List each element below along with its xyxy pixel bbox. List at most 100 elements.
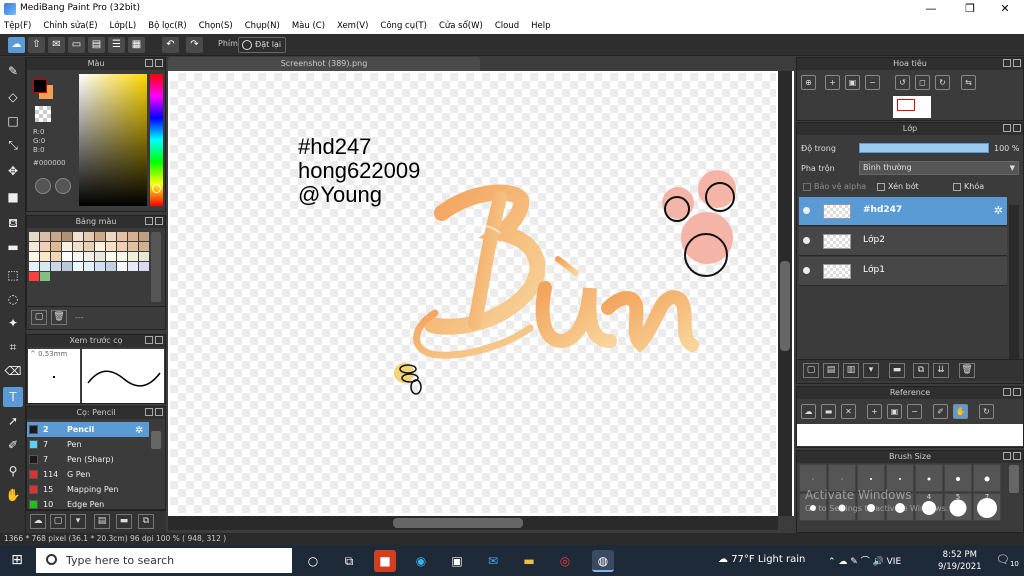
palette-swatch[interactable] — [84, 232, 94, 241]
palette-swatch[interactable] — [40, 232, 50, 241]
menu-view[interactable]: Xem(V) — [337, 21, 368, 31]
file-explorer-icon[interactable]: ▬ — [518, 550, 540, 572]
dropper-tool-icon[interactable]: ✐ — [3, 435, 23, 455]
fit-window-icon[interactable]: ◻ — [915, 75, 930, 90]
eyedropper-icon[interactable]: ✐ — [933, 404, 948, 419]
palette-swatch[interactable] — [95, 232, 105, 241]
palette-swatch[interactable] — [128, 232, 138, 241]
clock[interactable]: 8:52 PM 9/19/2021 — [938, 549, 982, 573]
add-layer-menu-icon[interactable]: ▾ — [863, 363, 879, 378]
zoom-out-icon[interactable]: − — [907, 404, 922, 419]
undock-icon[interactable] — [1003, 388, 1011, 396]
rect-fill-tool-icon[interactable]: ■ — [3, 187, 23, 207]
cloud-icon[interactable]: ☁ — [8, 37, 25, 53]
vertical-scroll-thumb[interactable] — [780, 261, 790, 351]
task-view-icon[interactable]: ⧉ — [338, 550, 360, 572]
palette-swatch[interactable] — [73, 262, 83, 271]
undock-icon[interactable] — [1003, 124, 1011, 132]
canvas-area[interactable]: #hd247 hong622009 @Young — [168, 71, 794, 516]
grid-icon[interactable]: ▦ — [128, 37, 145, 53]
palette-swatch[interactable] — [139, 242, 149, 251]
palette-swatch[interactable] — [95, 252, 105, 261]
brush-scrollbar[interactable] — [151, 431, 161, 449]
palette-swatch[interactable] — [73, 242, 83, 251]
fit-icon[interactable]: ▣ — [887, 404, 902, 419]
layer-item[interactable]: Lớp1 — [799, 257, 1007, 286]
select-rect-tool-icon[interactable]: ⬚ — [3, 265, 23, 285]
mail-icon[interactable]: ✉ — [482, 550, 504, 572]
visibility-eye-icon[interactable] — [803, 267, 810, 274]
rotate-icon[interactable]: ↻ — [979, 404, 994, 419]
rotate-right-icon[interactable]: ↻ — [935, 75, 950, 90]
brush-folder-icon[interactable]: ▬ — [116, 514, 132, 529]
magic-wand-tool-icon[interactable]: ✦ — [3, 313, 23, 333]
canvas-vertical-scrollbar[interactable] — [778, 71, 792, 516]
pen-icon[interactable]: ✎ — [850, 557, 860, 567]
visibility-eye-icon[interactable] — [803, 207, 810, 214]
notification-icon[interactable]: 🗨10 — [996, 553, 1019, 568]
undo-icon[interactable]: ↶ — [162, 37, 179, 53]
visibility-eye-icon[interactable] — [803, 237, 810, 244]
pen-tool-icon[interactable]: ⤡ — [3, 135, 23, 155]
language-indicator[interactable]: VIE — [887, 557, 902, 567]
saturation-value-picker[interactable] — [79, 74, 147, 206]
gear-icon[interactable]: ✲ — [994, 204, 1003, 217]
menu-color[interactable]: Màu (C) — [292, 21, 325, 31]
shape-tool-icon[interactable]: □ — [3, 111, 23, 131]
horizontal-scroll-thumb[interactable] — [393, 518, 523, 528]
actual-size-icon[interactable]: ▣ — [845, 75, 860, 90]
open-folder-icon[interactable]: ▬ — [821, 404, 836, 419]
layer-scrollbar[interactable] — [1009, 205, 1019, 381]
panel-close-icon[interactable] — [1013, 452, 1021, 460]
panel-close-icon[interactable] — [155, 217, 163, 225]
palette-swatch[interactable] — [128, 242, 138, 251]
close-icon[interactable]: ✕ — [841, 404, 856, 419]
palette-swatch[interactable] — [95, 262, 105, 271]
menu-layer[interactable]: Lớp(L) — [110, 21, 137, 31]
panel-close-icon[interactable] — [1013, 59, 1021, 67]
palette-swatch[interactable] — [29, 232, 39, 241]
palette-swatch[interactable] — [62, 232, 72, 241]
menu-file[interactable]: Tệp(F) — [4, 21, 31, 31]
document-tab[interactable]: Screenshot (389).png — [168, 57, 480, 71]
zoom-fit-icon[interactable]: ⊕ — [801, 75, 816, 90]
palette-swatch[interactable] — [95, 242, 105, 251]
brush-item[interactable]: 114 G Pen — [27, 467, 149, 482]
menu-snap[interactable]: Chụp(N) — [245, 21, 280, 31]
hue-slider-knob[interactable] — [152, 184, 161, 193]
palette-swatch[interactable] — [40, 272, 50, 281]
palette-swatch[interactable] — [106, 252, 116, 261]
menu-edit[interactable]: Chỉnh sửa(E) — [43, 21, 97, 31]
undock-icon[interactable] — [1003, 59, 1011, 67]
palette-swatch[interactable] — [73, 232, 83, 241]
layer-item[interactable]: Lớp2 — [799, 227, 1007, 256]
brush-tool-icon[interactable]: ✎ — [3, 61, 23, 81]
brush-size-option[interactable] — [915, 464, 943, 492]
clipping-checkbox[interactable]: Xén bớt — [877, 182, 919, 191]
palette-swatch[interactable] — [128, 252, 138, 261]
taskbar-search-input[interactable]: Type here to search — [36, 548, 292, 573]
transparent-color-swatch[interactable] — [35, 106, 51, 122]
zoom-in-icon[interactable]: + — [825, 75, 840, 90]
windows-start-icon[interactable]: ⊞ — [0, 545, 34, 576]
menu-help[interactable]: Help — [531, 21, 550, 31]
undock-icon[interactable] — [145, 408, 153, 416]
palette-swatch[interactable] — [117, 242, 127, 251]
brush-size-option[interactable] — [973, 464, 1001, 492]
redo-icon[interactable]: ↷ — [186, 37, 203, 53]
palette-swatch[interactable] — [51, 232, 61, 241]
brush-item[interactable]: 10 Edge Pen — [27, 497, 149, 509]
palette-swatch[interactable] — [73, 252, 83, 261]
layer-item[interactable]: #hd247 ✲ — [799, 197, 1007, 226]
panel-close-icon[interactable] — [1013, 124, 1021, 132]
brush-item[interactable]: 7 Pen (Sharp) — [27, 452, 149, 467]
panel-close-icon[interactable] — [155, 336, 163, 344]
move-tool-icon[interactable]: ✥ — [3, 161, 23, 181]
palette-swatch[interactable] — [117, 232, 127, 241]
cortana-icon[interactable]: ○ — [302, 550, 324, 572]
palette-swatch[interactable] — [62, 262, 72, 271]
palette-swatch[interactable] — [29, 242, 39, 251]
duplicate-layer-icon[interactable]: ⧉ — [913, 363, 929, 378]
palette-swatch[interactable] — [106, 262, 116, 271]
undock-icon[interactable] — [1003, 452, 1011, 460]
